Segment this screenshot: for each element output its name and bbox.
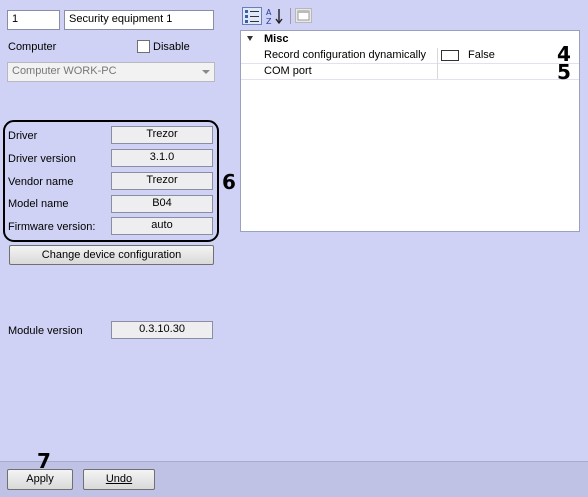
vendor-name-label: Vendor name <box>8 176 74 188</box>
firmware-version-label: Firmware version: <box>8 221 96 233</box>
svg-text:A: A <box>266 8 272 17</box>
module-version-value: 0.3.10.30 <box>111 321 213 339</box>
disable-label: Disable <box>153 41 190 53</box>
toolbar-separator <box>290 8 291 24</box>
property-name-com-port: COM port <box>264 65 312 77</box>
svg-text:Z: Z <box>266 17 272 25</box>
computer-select-value: Computer WORK-PC <box>12 65 117 77</box>
firmware-version-value[interactable]: auto <box>111 217 213 235</box>
undo-button[interactable]: Undo <box>83 469 155 490</box>
device-name-field[interactable]: Security equipment 1 <box>64 10 214 30</box>
change-device-configuration-button[interactable]: Change device configuration <box>9 245 214 265</box>
callout-6: 6 <box>222 170 236 194</box>
categorized-view-icon[interactable] <box>242 7 262 25</box>
model-name-label: Model name <box>8 198 69 210</box>
value-swatch-icon <box>441 50 459 61</box>
apply-button[interactable]: Apply <box>7 469 73 490</box>
model-name-value: B04 <box>111 195 213 213</box>
driver-label: Driver <box>8 130 38 142</box>
alphabetical-sort-icon[interactable]: A Z <box>265 7 285 25</box>
driver-version-value: 3.1.0 <box>111 149 213 167</box>
computer-label: Computer <box>8 41 57 53</box>
device-number-field[interactable]: 1 <box>7 10 60 30</box>
driver-version-label: Driver version <box>8 153 76 165</box>
module-version-label: Module version <box>8 325 83 337</box>
callout-5: 5 <box>557 60 571 84</box>
computer-select[interactable]: Computer WORK-PC <box>7 62 215 82</box>
property-name-record-configuration: Record configuration dynamically <box>264 49 427 61</box>
category-misc: Misc <box>264 33 289 45</box>
property-pages-icon[interactable] <box>295 8 312 23</box>
driver-value: Trezor <box>111 126 213 144</box>
collapse-category-icon[interactable] <box>247 36 253 41</box>
disable-checkbox[interactable] <box>137 40 150 53</box>
property-value-record-configuration[interactable]: False <box>468 49 495 61</box>
chevron-down-icon <box>202 70 210 74</box>
vendor-name-value: Trezor <box>111 172 213 190</box>
